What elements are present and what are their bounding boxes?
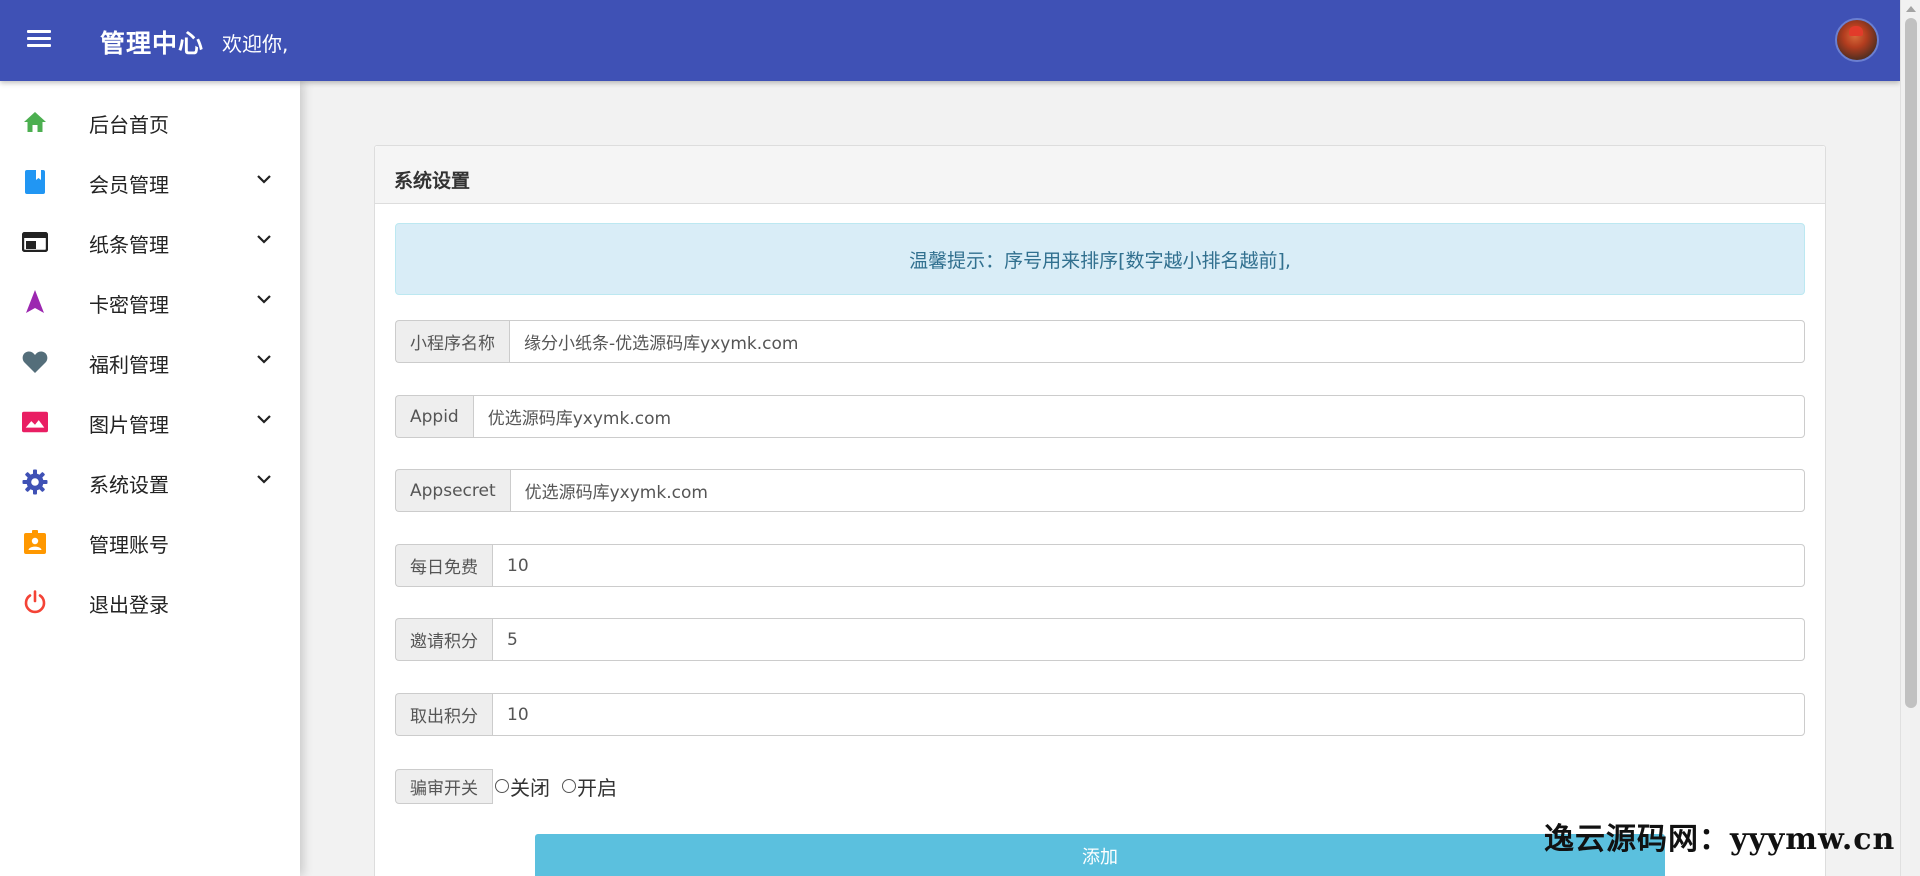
scrollbar-thumb[interactable] xyxy=(1905,18,1917,708)
menu-icon[interactable] xyxy=(22,26,56,56)
power-icon xyxy=(22,589,48,615)
field-label: 邀请积分 xyxy=(395,618,492,661)
field-invite-points: 邀请积分 5 xyxy=(395,618,1805,661)
sidebar-item-images[interactable]: 图片管理 xyxy=(0,391,300,451)
switch-label: 骗审开关 xyxy=(395,768,493,804)
appid-input[interactable]: 优选源码库yxymk.com xyxy=(472,395,1805,438)
sidebar-item-welfare[interactable]: 福利管理 xyxy=(0,331,300,391)
sidebar-item-accounts[interactable]: 管理账号 xyxy=(0,511,300,571)
sidebar-item-logout[interactable]: 退出登录 xyxy=(0,571,300,631)
chevron-down-icon xyxy=(257,295,271,304)
sidebar-item-label: 管理账号 xyxy=(89,533,169,557)
sidebar-item-members[interactable]: 会员管理 xyxy=(0,151,300,211)
sidebar-item-notes[interactable]: 纸条管理 xyxy=(0,211,300,271)
radio-on[interactable] xyxy=(562,779,576,793)
review-switch: 骗审开关 关闭 开启 xyxy=(395,768,627,804)
chevron-down-icon xyxy=(257,355,271,364)
field-label: 小程序名称 xyxy=(395,320,509,363)
chevron-down-icon xyxy=(257,235,271,244)
avatar[interactable] xyxy=(1835,18,1879,62)
badge-icon xyxy=(22,529,48,555)
card-title: 系统设置 xyxy=(375,146,1825,204)
field-daily-free: 每日免费 10 xyxy=(395,544,1805,587)
watermark: 逸云源码网：yyymw.cn xyxy=(1544,822,1896,857)
withdraw-points-input[interactable]: 10 xyxy=(492,693,1805,736)
add-button[interactable]: 添加 xyxy=(535,834,1665,876)
sidebar-item-label: 会员管理 xyxy=(89,173,169,197)
chevron-down-icon xyxy=(257,175,271,184)
daily-free-input[interactable]: 10 xyxy=(492,544,1805,587)
radio-on-label[interactable]: 开启 xyxy=(577,772,617,801)
field-appsecret: Appsecret 优选源码库yxymk.com xyxy=(395,469,1805,512)
image-icon xyxy=(22,409,48,435)
radio-off[interactable] xyxy=(495,779,509,793)
field-withdraw-points: 取出积分 10 xyxy=(395,693,1805,736)
navigation-arrow-icon xyxy=(22,289,48,315)
web-window-icon xyxy=(22,229,48,255)
field-app-name: 小程序名称 缘分小纸条-优选源码库yxymk.com xyxy=(395,320,1805,363)
settings-card: 系统设置 温馨提示：序号用来排序[数字越小排名越前], 小程序名称 缘分小纸条-… xyxy=(374,145,1826,876)
app-name-input[interactable]: 缘分小纸条-优选源码库yxymk.com xyxy=(509,320,1805,363)
sidebar-item-home[interactable]: 后台首页 xyxy=(0,91,300,151)
appsecret-input[interactable]: 优选源码库yxymk.com xyxy=(509,469,1805,512)
sidebar-item-label: 卡密管理 xyxy=(89,293,169,317)
chevron-down-icon xyxy=(257,475,271,484)
sidebar: 后台首页 会员管理 纸条管理 卡密管理 福利管理 图片管理 系统设置 管理账号 … xyxy=(0,81,300,876)
scroll-up-arrow-icon[interactable] xyxy=(1906,6,1916,12)
home-icon xyxy=(22,109,48,135)
chevron-down-icon xyxy=(257,415,271,424)
tip-alert: 温馨提示：序号用来排序[数字越小排名越前], xyxy=(395,223,1805,295)
sidebar-item-label: 图片管理 xyxy=(89,413,169,437)
field-label: 每日免费 xyxy=(395,544,492,587)
field-label: 取出积分 xyxy=(395,693,492,736)
sidebar-item-settings[interactable]: 系统设置 xyxy=(0,451,300,511)
sidebar-item-label: 纸条管理 xyxy=(89,233,169,257)
gear-icon xyxy=(22,469,48,495)
field-label: Appsecret xyxy=(395,469,510,512)
radio-off-label[interactable]: 关闭 xyxy=(510,772,550,801)
sidebar-item-label: 后台首页 xyxy=(89,113,169,137)
sidebar-item-label: 福利管理 xyxy=(89,353,169,377)
heart-icon xyxy=(22,349,48,375)
invite-points-input[interactable]: 5 xyxy=(492,618,1805,661)
sidebar-item-label: 退出登录 xyxy=(89,593,169,617)
sidebar-item-label: 系统设置 xyxy=(89,473,169,497)
field-appid: Appid 优选源码库yxymk.com xyxy=(395,395,1805,438)
welcome-text: 欢迎你, xyxy=(222,32,289,56)
app-title: 管理中心 xyxy=(100,29,205,58)
top-app-bar: 管理中心 欢迎你, xyxy=(0,0,1900,81)
sidebar-item-cards[interactable]: 卡密管理 xyxy=(0,271,300,331)
vertical-scrollbar[interactable] xyxy=(1900,0,1920,876)
book-icon xyxy=(22,169,48,195)
field-label: Appid xyxy=(395,395,473,438)
